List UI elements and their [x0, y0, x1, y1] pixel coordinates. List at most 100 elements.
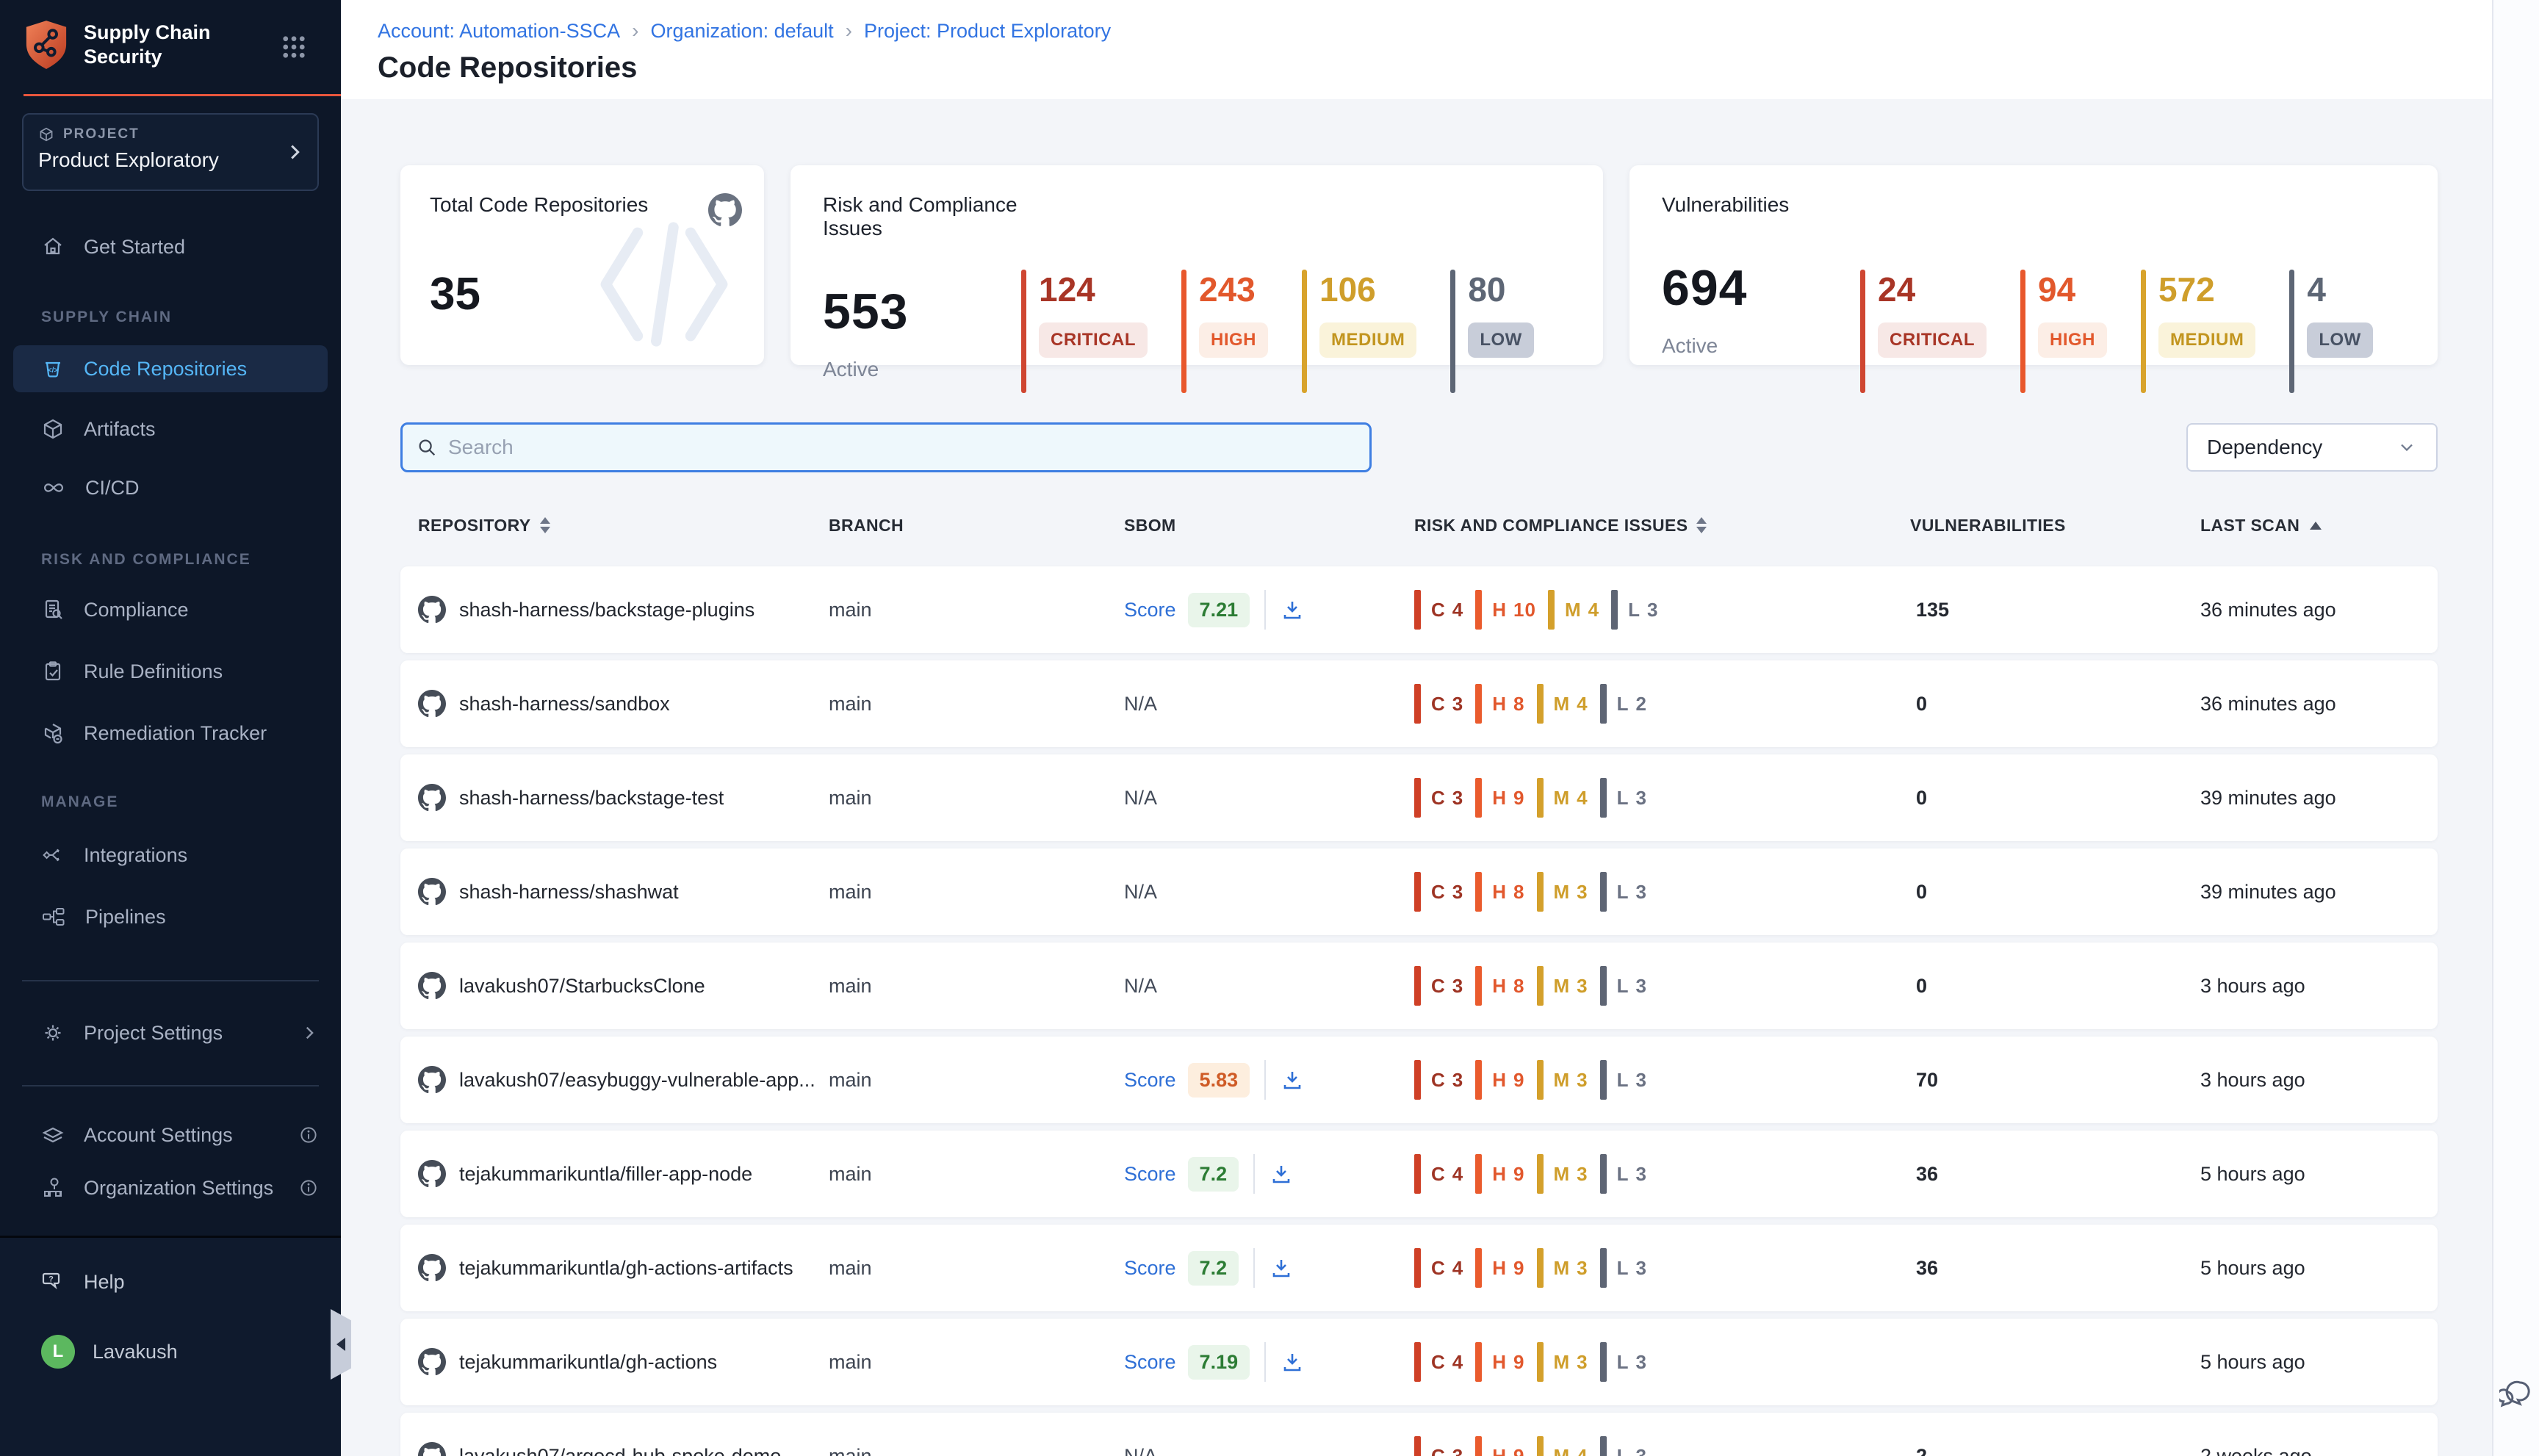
breadcrumb-organization[interactable]: Organization: default [651, 20, 834, 43]
main-area: Account: Automation-SSCA › Organization:… [341, 0, 2539, 1456]
table-row[interactable]: lavakush07/easybuggy-vulnerable-app... m… [400, 1037, 2438, 1123]
medium-count: M4 [1537, 684, 1588, 724]
download-sbom-icon[interactable] [1281, 1350, 1304, 1374]
critical-stat: 24 CRITICAL [1860, 270, 1987, 393]
high-count: H10 [1475, 590, 1536, 630]
low-count: L3 [1611, 590, 1658, 630]
sbom-score-badge: 7.2 [1188, 1251, 1239, 1286]
table-row[interactable]: lavakush07/StarbucksClone main N/A C3 H8… [400, 943, 2438, 1029]
sidebar-item-integrations[interactable]: Integrations [41, 835, 319, 876]
section-label-risk-compliance: RISK AND COMPLIANCE [41, 551, 251, 569]
sidebar-item-code-repositories[interactable]: </> Code Repositories [13, 345, 328, 392]
high-count: H9 [1475, 778, 1524, 818]
risk-severity-counts: C3 H8 M3 L3 [1414, 966, 1910, 1006]
sidebar-collapse-handle[interactable] [331, 1309, 351, 1380]
column-risk-compliance[interactable]: RISK AND COMPLIANCE ISSUES [1414, 516, 1910, 536]
vulnerability-count: 0 [1910, 975, 2200, 998]
column-vulnerabilities[interactable]: VULNERABILITIES [1910, 516, 2200, 536]
table-row[interactable]: shash-harness/sandbox main N/A C3 H8 M4 … [400, 660, 2438, 747]
sidebar-item-cicd[interactable]: CI/CD [41, 467, 319, 508]
info-icon[interactable] [298, 1178, 319, 1198]
right-rail [2493, 0, 2539, 1456]
table-row[interactable]: tejakummarikuntla/gh-actions main Score … [400, 1319, 2438, 1405]
download-sbom-icon[interactable] [1270, 1256, 1293, 1280]
content: Total Code Repositories 35 [341, 165, 2492, 1456]
sbom-score-link[interactable]: Score [1124, 1163, 1176, 1186]
sidebar-item-rule-definitions[interactable]: Rule Definitions [41, 651, 319, 692]
search-box[interactable] [400, 422, 1372, 472]
sbom-score-badge: 5.83 [1188, 1063, 1250, 1098]
column-sbom[interactable]: SBOM [1124, 516, 1414, 536]
table-row[interactable]: tejakummarikuntla/filler-app-node main S… [400, 1131, 2438, 1217]
table-row[interactable]: shash-harness/backstage-plugins main Sco… [400, 566, 2438, 653]
low-stat: 80 LOW [1450, 270, 1533, 393]
sidebar-item-get-started[interactable]: Get Started [41, 226, 319, 267]
breadcrumb: Account: Automation-SSCA › Organization:… [378, 19, 2492, 43]
sidebar-item-organization-settings[interactable]: Organization Settings [41, 1167, 319, 1208]
severity-badge: MEDIUM [1319, 322, 1416, 358]
critical-count: C4 [1414, 1248, 1463, 1288]
table-row[interactable]: tejakummarikuntla/gh-actions-artifacts m… [400, 1225, 2438, 1311]
last-scan-time: 36 minutes ago [2200, 599, 2438, 621]
gear-icon [41, 1021, 65, 1045]
last-scan-time: 3 hours ago [2200, 1069, 2438, 1092]
sidebar-item-artifacts[interactable]: Artifacts [41, 408, 319, 450]
download-sbom-icon[interactable] [1270, 1162, 1293, 1186]
high-stat: 94 HIGH [2020, 270, 2107, 393]
last-scan-time: 5 hours ago [2200, 1257, 2438, 1280]
org-chart-icon [41, 1176, 65, 1200]
repository-name: lavakush07/argocd-hub-spoke-demo [459, 1445, 781, 1456]
sidebar-item-remediation-tracker[interactable]: Remediation Tracker [41, 713, 319, 754]
download-sbom-icon[interactable] [1281, 598, 1304, 621]
sbom-na: N/A [1124, 881, 1157, 904]
sbom-score-link[interactable]: Score [1124, 1257, 1176, 1280]
search-input[interactable] [448, 436, 1356, 459]
sidebar-item-project-settings[interactable]: Project Settings [41, 1012, 319, 1053]
support-chat-icon[interactable] [2499, 1380, 2533, 1410]
help-button[interactable]: ? Help [41, 1270, 125, 1294]
project-selector[interactable]: PROJECT Product Exploratory [22, 113, 319, 191]
download-sbom-icon[interactable] [1281, 1068, 1304, 1092]
column-last-scan[interactable]: LAST SCAN [2200, 516, 2438, 536]
sbom-score-link[interactable]: Score [1124, 1069, 1176, 1092]
sidebar-item-pipelines[interactable]: Pipelines [41, 896, 319, 937]
low-count: L3 [1600, 1436, 1647, 1456]
column-branch[interactable]: BRANCH [829, 516, 1124, 536]
table-row[interactable]: shash-harness/backstage-test main N/A C3… [400, 754, 2438, 841]
last-scan-time: 36 minutes ago [2200, 693, 2438, 716]
critical-count: C4 [1414, 590, 1463, 630]
sidebar-item-account-settings[interactable]: Account Settings [41, 1114, 319, 1156]
sidebar-item-compliance[interactable]: Compliance [41, 589, 319, 630]
severity-badge: CRITICAL [1878, 322, 1987, 358]
critical-count: C3 [1414, 778, 1463, 818]
sbom-score-link[interactable]: Score [1124, 1351, 1176, 1374]
medium-count: M3 [1537, 1342, 1588, 1382]
risk-severity-counts: C4 H9 M3 L3 [1414, 1154, 1910, 1194]
info-icon[interactable] [298, 1125, 319, 1145]
last-scan-time: 5 hours ago [2200, 1351, 2438, 1374]
branch-name: main [829, 1351, 1124, 1374]
medium-count: M3 [1537, 1060, 1588, 1100]
column-repository[interactable]: REPOSITORY [400, 516, 829, 536]
high-count: H9 [1475, 1060, 1524, 1100]
project-cube-icon [38, 126, 54, 143]
user-menu[interactable]: L Lavakush [41, 1335, 178, 1369]
risk-severity-counts: C4 H10 M4 L3 [1414, 590, 1910, 630]
code-repository-icon: </> [41, 357, 65, 381]
breadcrumb-project[interactable]: Project: Product Exploratory [864, 20, 1111, 43]
github-icon [418, 878, 446, 906]
branch-name: main [829, 1163, 1124, 1186]
sidebar: Supply Chain Security PROJECT Product Ex… [0, 0, 341, 1456]
box-tool-icon [41, 721, 65, 745]
module-grid-icon[interactable] [281, 34, 307, 60]
low-stat: 4 LOW [2289, 270, 2372, 393]
table-row[interactable]: shash-harness/shashwat main N/A C3 H8 M3… [400, 848, 2438, 935]
breadcrumb-account[interactable]: Account: Automation-SSCA [378, 20, 620, 43]
vulnerability-count: 0 [1910, 881, 2200, 904]
sbom-score-link[interactable]: Score [1124, 599, 1176, 621]
dependency-filter-dropdown[interactable]: Dependency [2186, 423, 2438, 472]
medium-count: M3 [1537, 966, 1588, 1006]
github-icon [418, 1348, 446, 1376]
table-row[interactable]: lavakush07/argocd-hub-spoke-demo main N/… [400, 1413, 2438, 1456]
last-scan-time: 5 hours ago [2200, 1163, 2438, 1186]
